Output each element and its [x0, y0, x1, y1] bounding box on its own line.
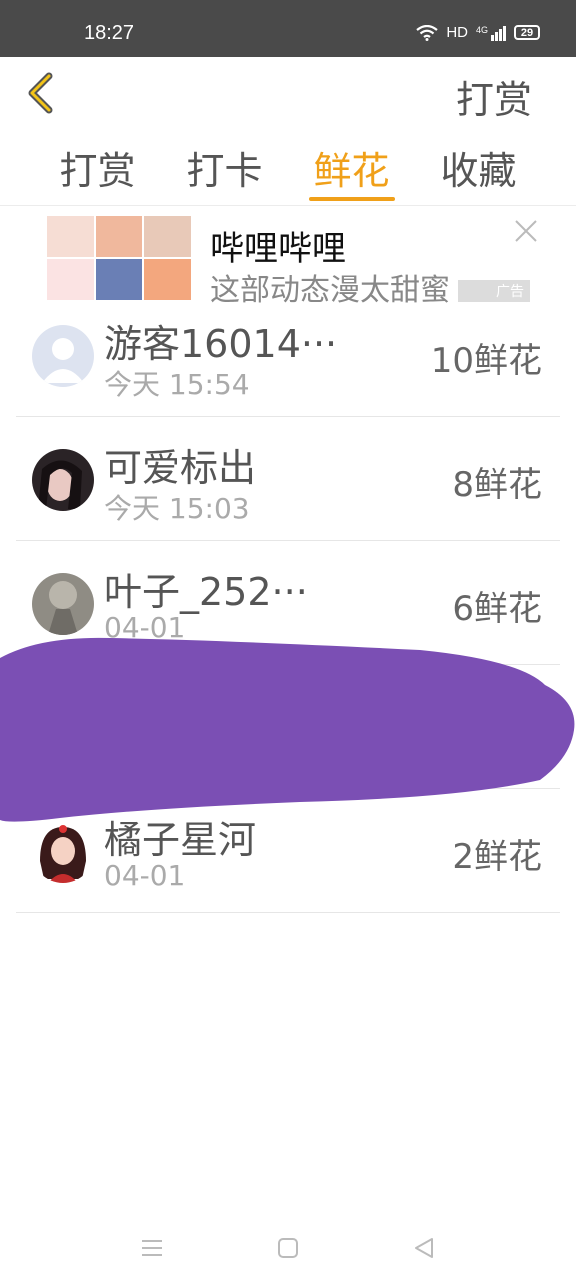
- back-key[interactable]: [410, 1234, 438, 1262]
- timestamp: 今天 15:03: [104, 492, 250, 525]
- tab-flowers[interactable]: 鲜花: [302, 130, 402, 205]
- battery-level: 29: [520, 26, 534, 39]
- avatar: [32, 821, 94, 883]
- flower-count: 8鲜花: [452, 465, 542, 505]
- chevron-left-icon: [28, 72, 53, 114]
- user-name: 橘子星河: [104, 818, 257, 862]
- timestamp: 04-01: [104, 859, 186, 892]
- network-label: HD: [446, 24, 468, 41]
- status-icons: HD 4G 29: [416, 24, 540, 41]
- list-item[interactable]: [16, 665, 560, 789]
- ad-title: 哔哩哔哩: [210, 229, 346, 269]
- status-time: 18:27: [84, 22, 135, 44]
- close-icon[interactable]: [514, 219, 538, 243]
- user-name: 叶子_252···: [104, 570, 308, 614]
- tab-checkin[interactable]: 打卡: [175, 130, 275, 205]
- tab-reward[interactable]: 打赏: [48, 130, 148, 205]
- signal-icon: 4G: [476, 25, 506, 41]
- ad-thumbnail: [47, 216, 191, 300]
- list-item[interactable]: 游客16014··· 今天 15:54 10鲜花: [16, 293, 560, 417]
- tab-bar: 打赏 打卡 鲜花 收藏: [0, 130, 576, 206]
- timestamp: 04-01: [104, 611, 186, 644]
- user-name: 可爱标出: [104, 446, 257, 490]
- flower-list: 游客16014··· 今天 15:54 10鲜花 可爱标出 今天 15:03 8…: [16, 293, 560, 913]
- avatar: [32, 573, 94, 635]
- list-item[interactable]: 可爱标出 今天 15:03 8鲜花: [16, 417, 560, 541]
- avatar: [32, 449, 94, 511]
- avatar: [32, 325, 94, 387]
- tab-favorites[interactable]: 收藏: [429, 130, 529, 205]
- reward-button[interactable]: 打赏: [456, 69, 532, 124]
- list-item[interactable]: 叶子_252··· 04-01 6鲜花: [16, 541, 560, 665]
- flower-count: 6鲜花: [452, 589, 542, 629]
- menu-key[interactable]: [138, 1234, 166, 1262]
- ad-banner[interactable]: 哔哩哔哩 这部动态漫太甜蜜 广告: [0, 207, 576, 308]
- wifi-icon: [416, 24, 438, 41]
- list-item[interactable]: 橘子星河 04-01 2鲜花: [16, 789, 560, 913]
- triangle-back-icon: [415, 1238, 433, 1258]
- flower-count: 2鲜花: [452, 837, 542, 877]
- back-button[interactable]: [18, 69, 62, 117]
- signal-label: 4G: [475, 24, 488, 35]
- home-key[interactable]: [274, 1234, 302, 1262]
- timestamp: 今天 15:54: [104, 368, 250, 401]
- nav-bar: 打赏: [0, 57, 576, 130]
- menu-icon: [142, 1240, 162, 1256]
- user-name: 游客16014···: [104, 322, 338, 366]
- flower-count: 10鲜花: [430, 341, 542, 381]
- system-nav-bar: [0, 1216, 576, 1280]
- battery-icon: 29: [514, 25, 540, 40]
- square-icon: [278, 1238, 298, 1258]
- status-bar: 18:27 HD 4G 29: [0, 0, 576, 57]
